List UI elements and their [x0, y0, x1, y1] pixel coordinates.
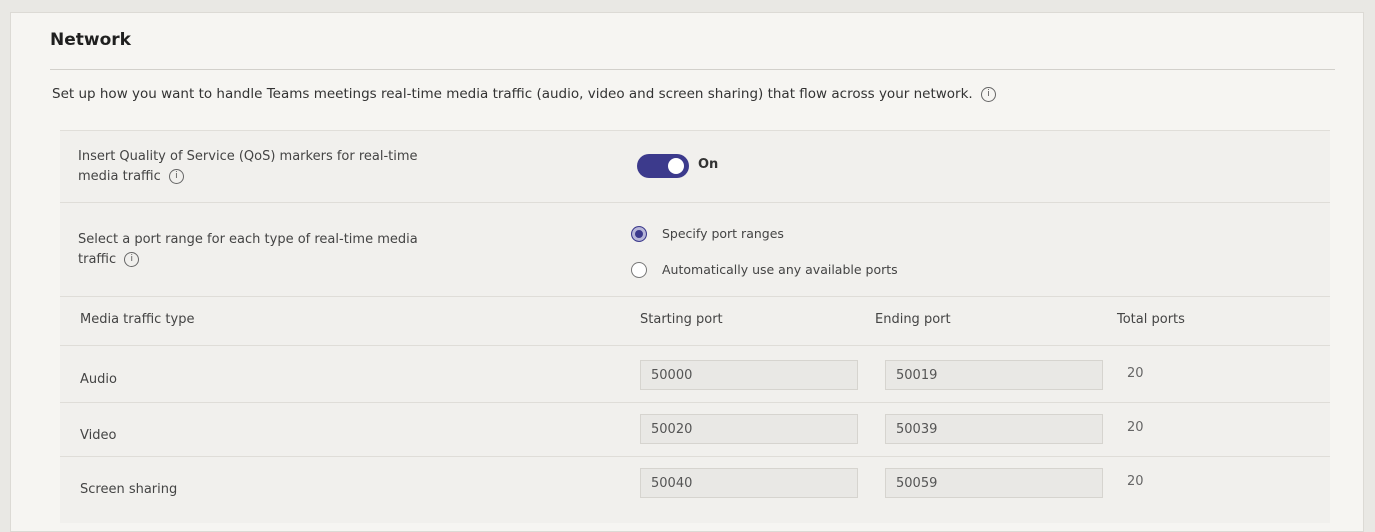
row-divider	[60, 402, 1330, 403]
column-header-type: Media traffic type	[80, 312, 195, 327]
column-header-start: Starting port	[640, 312, 723, 327]
info-icon[interactable]: i	[124, 252, 140, 267]
table-row-type: Video	[80, 428, 117, 443]
info-icon[interactable]: i	[168, 169, 184, 184]
toggle-knob	[668, 158, 684, 174]
port-range-label: Select a port range for each type of rea…	[78, 230, 418, 270]
qos-toggle[interactable]	[637, 154, 689, 178]
video-end-port-input[interactable]	[885, 414, 1103, 444]
qos-label-line1: Insert Quality of Service (QoS) markers …	[78, 149, 418, 164]
info-icon[interactable]: i	[981, 86, 997, 102]
row-divider	[60, 456, 1330, 457]
qos-label-line2-text: media traffic	[78, 169, 161, 184]
column-header-end: Ending port	[875, 312, 951, 327]
screen-sharing-end-port-input[interactable]	[885, 468, 1103, 498]
screen-sharing-start-port-input[interactable]	[640, 468, 858, 498]
row-divider	[60, 202, 1330, 203]
port-range-label-line2: traffic i	[78, 250, 418, 270]
row-divider	[60, 296, 1330, 297]
audio-end-port-input[interactable]	[885, 360, 1103, 390]
qos-label-line2: media traffic i	[78, 167, 418, 187]
qos-toggle-label: On	[698, 157, 719, 172]
radio-automatic-label: Automatically use any available ports	[662, 262, 898, 277]
audio-start-port-input[interactable]	[640, 360, 858, 390]
column-header-total: Total ports	[1117, 312, 1185, 327]
title-divider	[50, 69, 1335, 70]
radio-specify-port-ranges[interactable]	[631, 226, 647, 242]
screen-sharing-total-ports: 20	[1127, 474, 1144, 489]
qos-label: Insert Quality of Service (QoS) markers …	[78, 147, 418, 187]
table-row-type: Audio	[80, 372, 117, 387]
row-divider	[60, 345, 1330, 346]
port-range-label-line1: Select a port range for each type of rea…	[78, 232, 418, 247]
video-start-port-input[interactable]	[640, 414, 858, 444]
port-range-label-line2-text: traffic	[78, 252, 117, 267]
section-description: Set up how you want to handle Teams meet…	[52, 86, 997, 102]
section-title: Network	[50, 30, 131, 50]
audio-total-ports: 20	[1127, 366, 1144, 381]
table-row-type: Screen sharing	[80, 482, 178, 497]
radio-automatic-ports[interactable]	[631, 262, 647, 278]
description-text: Set up how you want to handle Teams meet…	[52, 86, 973, 102]
video-total-ports: 20	[1127, 420, 1144, 435]
radio-specify-label: Specify port ranges	[662, 226, 784, 241]
